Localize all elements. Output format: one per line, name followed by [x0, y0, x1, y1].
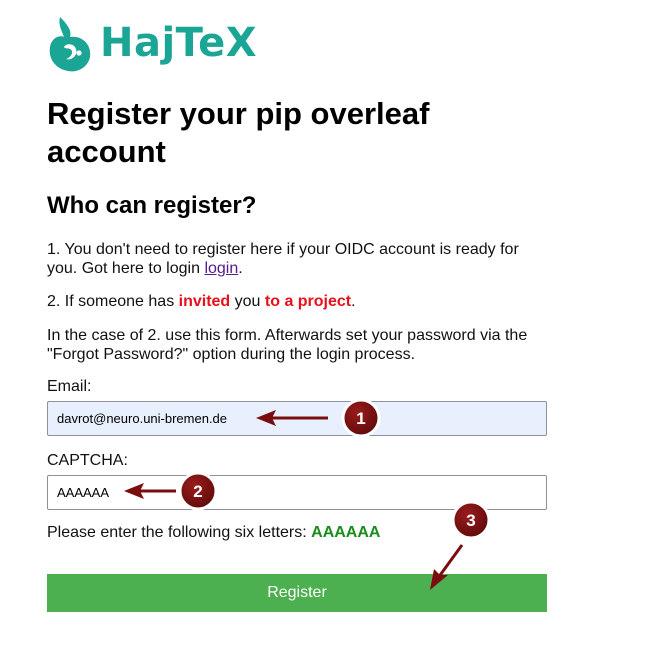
info-text-2-mid: you	[230, 293, 265, 310]
info-text-1-end: .	[238, 260, 243, 277]
captcha-label: CAPTCHA:	[47, 452, 128, 469]
page-title: Register your pip overleaf account	[47, 96, 430, 169]
email-field[interactable]	[47, 401, 547, 436]
info-paragraph-3: In the case of 2. use this form. Afterwa…	[47, 327, 528, 363]
project-emphasis: to a project	[264, 293, 352, 310]
login-link[interactable]: login	[204, 260, 238, 277]
marker-3-number: 3	[466, 511, 475, 530]
email-label: Email:	[47, 378, 92, 395]
info-text-2-start: 2. If someone has	[47, 293, 179, 310]
info-paragraph-1: 1. You don't need to register here if yo…	[47, 240, 547, 278]
hajtex-fish-logo-icon	[49, 17, 91, 72]
brand-logo: HajTeX	[46, 12, 257, 74]
captcha-instruction-text: Please enter the following six letters:	[47, 524, 312, 541]
info-text-1: 1. You don't need to register here if yo…	[47, 241, 519, 277]
info-paragraph-2: 2. If someone has invited you to a proje…	[47, 292, 547, 311]
brand-name: HajTeX	[100, 20, 258, 66]
register-button[interactable]: Register	[47, 574, 547, 612]
section-heading: Who can register?	[47, 192, 257, 219]
invited-emphasis: invited	[178, 293, 231, 310]
info-text-2-end: .	[351, 293, 356, 310]
captcha-code: AAAAAA	[311, 524, 381, 541]
captcha-instruction: Please enter the following six letters: …	[47, 524, 380, 542]
captcha-field[interactable]	[47, 475, 547, 510]
